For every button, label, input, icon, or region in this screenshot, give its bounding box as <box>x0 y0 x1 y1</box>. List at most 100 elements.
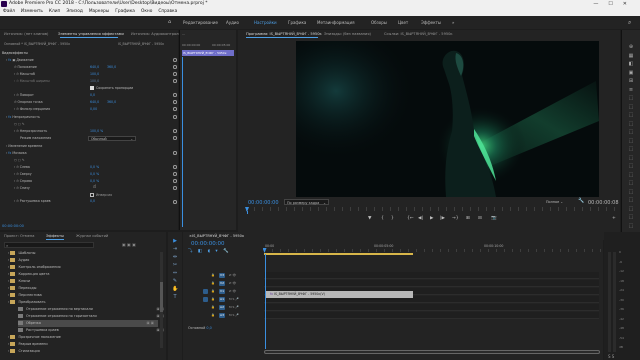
panel-button-icon[interactable]: ⬚ <box>626 214 636 220</box>
reset-icon[interactable] <box>173 186 177 190</box>
rotation-value[interactable]: 0,0 <box>90 92 95 99</box>
effects-tree-item[interactable]: › Шаблоны <box>8 250 158 257</box>
mosaic-invert-checkbox[interactable] <box>90 193 94 197</box>
time-remap-row[interactable]: › Изменение времени <box>6 143 42 150</box>
source-patch-button[interactable] <box>203 313 208 318</box>
sequence-path-dropdown[interactable]: IS_ВЫРТЯНУЙ_ВЧФГ - 5950к <box>118 42 164 46</box>
menu-edit[interactable]: Изменить <box>21 8 43 16</box>
reset-icon[interactable] <box>173 165 177 169</box>
lock-icon[interactable]: 🔒 <box>211 272 215 279</box>
panel-button-icon[interactable]: ⬚ <box>626 112 636 118</box>
menu-file[interactable]: Файл <box>3 8 15 16</box>
source-patch-button[interactable] <box>203 297 208 302</box>
menu-help[interactable]: Справка <box>158 8 177 16</box>
anchor-y-value[interactable]: 360,0 <box>107 99 116 106</box>
panel-button-icon[interactable]: ⊞ <box>626 78 636 84</box>
close-button[interactable]: ✕ <box>623 1 637 7</box>
panel-button-icon[interactable]: ▣ <box>626 70 636 76</box>
reset-icon[interactable] <box>173 93 177 97</box>
track-name[interactable]: A3 <box>219 313 225 318</box>
panel-button-icon[interactable]: ⬚ <box>626 95 636 101</box>
pen-tool-icon[interactable]: ✎ <box>172 278 178 284</box>
lift-button[interactable]: ⊞ <box>466 216 470 221</box>
program-scrub-ruler[interactable] <box>246 207 616 211</box>
menu-sequence[interactable]: Эпизод <box>66 8 83 16</box>
source-patch-button[interactable] <box>203 273 208 278</box>
track-lane[interactable] <box>264 280 599 287</box>
tab-project[interactable]: Проект: Отмена <box>4 232 34 240</box>
effects-tree-item[interactable]: › Прозрачное наложение <box>8 334 158 341</box>
clip-path[interactable]: Основной * IS_ВЫРТЯНУЙ_ВЧФГ - 5950к <box>4 42 70 46</box>
play-button[interactable]: ▶ <box>430 216 433 221</box>
track-lane[interactable] <box>264 272 599 279</box>
reset-icon[interactable] <box>173 179 177 183</box>
source-patch-button[interactable] <box>203 289 208 294</box>
minimize-button[interactable]: — <box>593 1 608 7</box>
menu-clip[interactable]: Клип <box>49 8 60 16</box>
position-y-value[interactable]: 360,0 <box>107 64 116 71</box>
panel-button-icon[interactable]: ⬚ <box>626 129 636 135</box>
effects-tree-item[interactable]: › Контроль изображения <box>8 264 158 271</box>
add-marker-button[interactable]: ▼ <box>368 216 371 221</box>
track-lane[interactable] <box>264 312 599 319</box>
track-name[interactable]: A1 <box>219 297 225 302</box>
reset-icon[interactable] <box>173 151 177 155</box>
reset-icon[interactable] <box>173 107 177 111</box>
track-name[interactable]: A2 <box>219 305 225 310</box>
effects-tree-item[interactable]: › Переходы <box>8 285 158 292</box>
tab-source[interactable]: Источник: (нет клипов) <box>4 30 48 38</box>
mosaic-feather-value[interactable]: 0,0 <box>90 198 95 205</box>
reset-icon[interactable] <box>173 72 177 76</box>
lock-icon[interactable]: 🔒 <box>211 296 215 303</box>
effects-tree-item[interactable]: › Коррекция цвета <box>8 271 158 278</box>
ripple-edit-tool-icon[interactable]: ⇹ <box>172 254 178 260</box>
mute-solo-icons[interactable]: M S 🎤 <box>229 296 239 303</box>
toggle-output-icon[interactable]: ⇄ 👁 <box>229 272 236 279</box>
go-to-in-button[interactable]: {← <box>407 216 414 221</box>
step-forward-button[interactable]: |▶ <box>440 216 445 221</box>
extract-button[interactable]: ⊟ <box>478 216 482 221</box>
source-patch-button[interactable] <box>203 305 208 310</box>
effects-scrollbar[interactable] <box>160 252 163 348</box>
effects-tree-item[interactable]: › Ключи <box>8 278 158 285</box>
tab-history[interactable]: Журнал событий <box>76 232 108 240</box>
source-patch-button[interactable] <box>203 281 208 286</box>
reset-icon[interactable] <box>173 115 177 119</box>
anchor-x-value[interactable]: 640,0 <box>90 99 99 106</box>
panel-button-icon[interactable]: ⬚ <box>626 163 636 169</box>
workspace-metadata[interactable]: Метаинформация <box>317 16 355 29</box>
go-to-out-button[interactable]: →} <box>452 216 459 221</box>
flicker-value[interactable]: 0,00 <box>90 106 97 113</box>
panel-button-icon[interactable]: ⬚ <box>626 197 636 203</box>
panel-button-icon[interactable]: ⬚ <box>626 206 636 212</box>
workspace-graphics[interactable]: Графика <box>288 16 306 29</box>
razor-tool-icon[interactable]: ✂ <box>172 262 178 268</box>
mute-solo-icons[interactable]: M S 🎤 <box>229 304 239 311</box>
toggle-output-icon[interactable]: ⇄ 👁 <box>229 288 236 295</box>
motion-effect-row[interactable]: › fx ▣ Движение <box>6 57 34 64</box>
track-lane[interactable] <box>264 304 599 311</box>
selection-tool-icon[interactable]: ▶ <box>172 238 178 244</box>
timeline-timecode[interactable]: 00:00:00:00 <box>191 241 225 247</box>
wrench-icon[interactable]: 🔧 <box>578 198 584 204</box>
camera-icon[interactable]: 📷 <box>491 216 497 221</box>
mark-in-button[interactable]: { <box>381 216 384 221</box>
position-x-value[interactable]: 640,0 <box>90 64 99 71</box>
mark-out-button[interactable]: } <box>391 216 394 221</box>
hand-tool-icon[interactable]: ✋ <box>172 286 178 292</box>
effects-tree-item[interactable]: Отражение отражения по горизонтали▣ ▣ <box>18 313 168 320</box>
panel-button-icon[interactable]: ⬚ <box>626 223 636 229</box>
mask-shape-icons[interactable]: ○ ▢ ✎ <box>14 121 25 128</box>
panel-button-icon[interactable]: ⬚ <box>626 172 636 178</box>
slip-tool-icon[interactable]: ⇔ <box>172 270 178 276</box>
timeline-ruler[interactable] <box>264 249 602 252</box>
panel-button-icon[interactable]: ≡ <box>626 87 636 93</box>
effects-search-input[interactable]: ⌕ <box>4 242 94 248</box>
panel-button-icon[interactable]: ▦ <box>626 53 636 59</box>
fit-dropdown[interactable]: По размеру кадра ⌄ <box>284 199 329 205</box>
effects-tree-item[interactable]: › Перспектива <box>8 292 158 299</box>
effects-tree-item[interactable]: › Аудио <box>8 257 158 264</box>
menu-markers[interactable]: Маркеры <box>89 8 109 16</box>
reset-icon[interactable] <box>173 172 177 176</box>
mosaic-mask-icons[interactable]: ○ ▢ ✎ <box>14 157 25 164</box>
